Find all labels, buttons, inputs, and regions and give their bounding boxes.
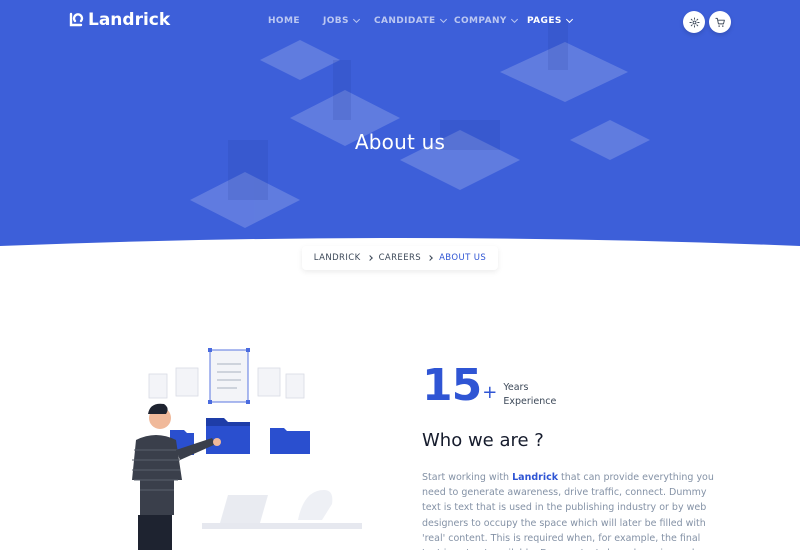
breadcrumb-item-careers[interactable]: CAREERS: [379, 253, 422, 263]
logo-text: Landrick: [88, 10, 171, 30]
brand-highlight: Landrick: [512, 472, 559, 483]
years-experience: 15 + Years Experience: [422, 360, 556, 412]
nav-home-label: HOME: [268, 16, 300, 26]
chevron-right-icon: [366, 255, 373, 261]
about-text-rest: that can provide everything you need to …: [422, 472, 714, 550]
nav-candidate[interactable]: CANDIDATE: [374, 15, 447, 26]
breadcrumb: LANDRICK CAREERS ABOUT US: [302, 246, 498, 270]
chevron-right-icon: [427, 255, 433, 261]
gear-icon: [688, 16, 700, 28]
years-label-line1: Years: [503, 382, 529, 393]
years-label-line2: Experience: [503, 396, 557, 407]
nav-candidate-label: CANDIDATE: [374, 16, 436, 26]
chevron-down-icon: [439, 15, 447, 24]
about-paragraph: Start working with Landrick that can pro…: [422, 470, 722, 550]
desk-figure: [202, 490, 362, 529]
cart-button[interactable]: [709, 11, 731, 33]
about-text-start: Start working with: [422, 472, 513, 483]
years-plus: +: [482, 382, 498, 403]
nav-company-label: COMPANY: [454, 16, 507, 26]
nav-jobs[interactable]: JOBS: [323, 15, 360, 26]
logo[interactable]: Landrick: [68, 10, 170, 30]
logo-icon: [69, 12, 84, 27]
breadcrumb-item-about-us: ABOUT US: [439, 253, 487, 263]
nav-pages-label: PAGES: [527, 16, 562, 26]
about-illustration: [132, 348, 362, 550]
nav-company[interactable]: COMPANY: [454, 15, 518, 26]
years-label: Years Experience: [503, 381, 556, 409]
page-title: About us: [354, 130, 446, 154]
chevron-down-icon: [352, 15, 360, 24]
section-title: Who we are ?: [422, 430, 544, 451]
chevron-down-icon: [510, 15, 518, 24]
settings-button[interactable]: [683, 11, 705, 33]
cart-icon: [714, 17, 725, 27]
chevron-down-icon: [565, 15, 573, 24]
document-icons: [148, 349, 305, 403]
navbar: Landrick HOME JOBS CANDIDATE COMPANY PAG…: [0, 0, 800, 44]
nav-jobs-label: JOBS: [323, 16, 349, 26]
nav-pages[interactable]: PAGES: [527, 15, 573, 26]
breadcrumb-item-landrick[interactable]: LANDRICK: [314, 253, 361, 263]
nav-home[interactable]: HOME: [268, 16, 300, 26]
years-number: 15: [422, 360, 482, 411]
